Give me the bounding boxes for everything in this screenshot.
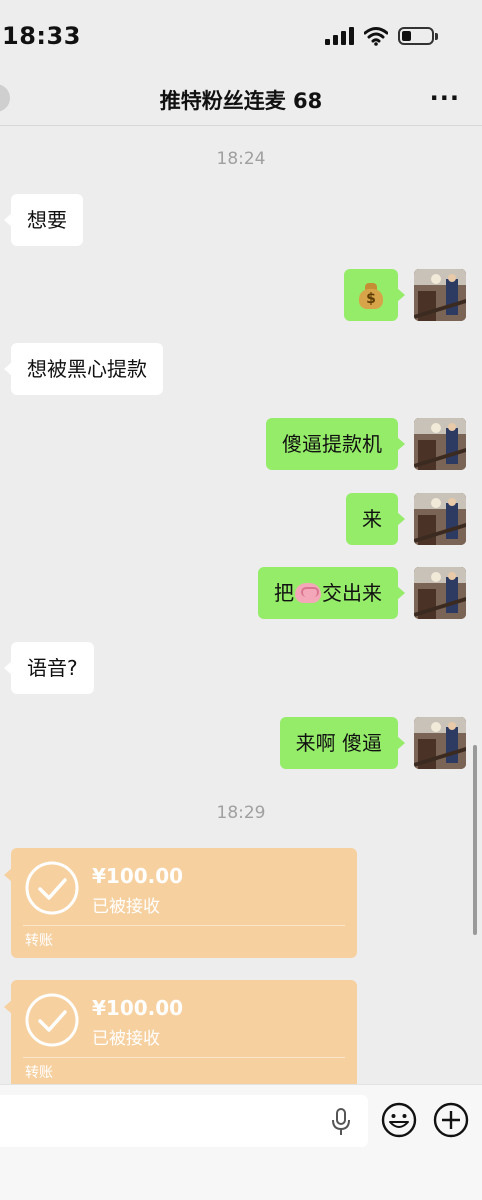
wifi-icon — [364, 27, 388, 46]
incoming-message[interactable]: 语音? — [4, 642, 94, 694]
timestamp: 18:29 — [216, 803, 266, 823]
message-list[interactable]: 18:24 想要 $ 想被黑心提款 傻逼提款机 来 把 交出来 语音? 来啊 傻… — [0, 127, 482, 1090]
message-input[interactable] — [0, 1095, 368, 1147]
transfer-amount: ¥100.00 — [92, 864, 184, 888]
message-text: 语音? — [27, 656, 78, 680]
message-text-after: 交出来 — [322, 581, 382, 605]
incoming-message[interactable]: 想被黑心提款 — [4, 343, 163, 395]
message-text: 来 — [362, 507, 382, 531]
outgoing-message[interactable]: 傻逼提款机 — [266, 418, 405, 470]
outgoing-message[interactable]: 把 交出来 — [258, 567, 405, 619]
emoji-icon[interactable] — [381, 1102, 417, 1138]
signal-icon — [325, 27, 354, 45]
message-text-before: 把 — [274, 581, 294, 605]
transfer-status: 已被接收 — [92, 1029, 160, 1049]
plus-icon[interactable] — [433, 1102, 469, 1138]
scrollbar[interactable] — [473, 745, 477, 935]
money-bag-icon: $ — [358, 281, 384, 309]
more-options-button[interactable]: ··· — [430, 84, 460, 112]
microphone-icon[interactable] — [330, 1107, 352, 1137]
message-text: 来啊 傻逼 — [295, 731, 382, 755]
outgoing-message[interactable]: $ — [344, 269, 405, 321]
transfer-card[interactable]: ¥100.00 已被接收 转账 — [4, 848, 357, 958]
transfer-card[interactable]: ¥100.00 已被接收 转账 — [4, 980, 357, 1090]
chat-header: 推特粉丝连麦 68 ··· — [0, 72, 482, 126]
transfer-label: 转账 — [25, 933, 53, 949]
avatar[interactable] — [414, 269, 466, 321]
avatar[interactable] — [414, 717, 466, 769]
avatar[interactable] — [414, 418, 466, 470]
transfer-status: 已被接收 — [92, 897, 160, 917]
chat-title: 推特粉丝连麦 68 — [159, 89, 323, 113]
check-circle-icon — [25, 861, 79, 915]
message-text: 傻逼提款机 — [282, 432, 382, 456]
avatar[interactable] — [414, 493, 466, 545]
outgoing-message[interactable]: 来啊 傻逼 — [279, 717, 406, 769]
status-icons — [325, 26, 438, 46]
outgoing-message[interactable]: 来 — [346, 493, 405, 545]
transfer-label: 转账 — [25, 1065, 53, 1081]
message-text: 想要 — [27, 208, 67, 232]
check-circle-icon — [25, 993, 79, 1047]
message-text: 想被黑心提款 — [27, 357, 147, 381]
brain-icon — [295, 583, 321, 603]
chat-screen: 18:33 推特粉丝连麦 68 ··· 18:24 想要 $ 想被黑心提款 傻逼… — [0, 0, 482, 1200]
transfer-divider — [23, 1057, 345, 1058]
timestamp: 18:24 — [216, 149, 266, 169]
battery-icon — [398, 27, 438, 45]
status-bar: 18:33 — [0, 0, 482, 72]
input-bar — [0, 1084, 482, 1200]
incoming-message[interactable]: 想要 — [4, 194, 83, 246]
avatar[interactable] — [414, 567, 466, 619]
status-time: 18:33 — [2, 22, 81, 50]
transfer-amount: ¥100.00 — [92, 996, 184, 1020]
transfer-divider — [23, 925, 345, 926]
